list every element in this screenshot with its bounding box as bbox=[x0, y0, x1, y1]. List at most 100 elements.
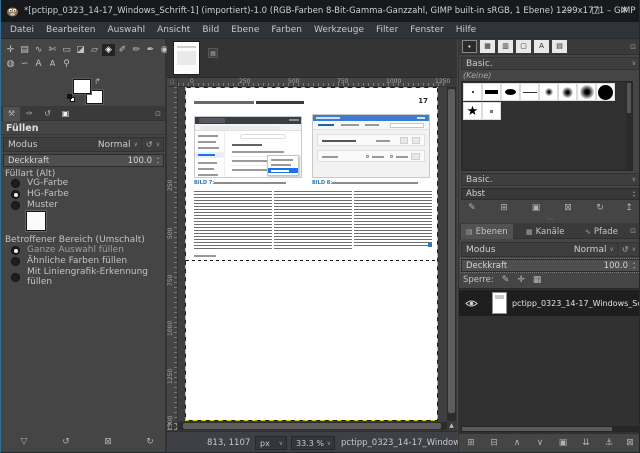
area-fill-whole-selection[interactable]: Ganze Auswahl füllen bbox=[11, 245, 124, 255]
quick-mask-toggle[interactable] bbox=[168, 423, 177, 430]
lock-position-icon[interactable]: ✛ bbox=[517, 275, 525, 285]
tab-undo-history[interactable]: ↺ bbox=[39, 107, 56, 121]
configure-tab-icon[interactable]: ⊡ bbox=[630, 227, 636, 235]
configure-tab-icon[interactable]: ⊡ bbox=[155, 110, 161, 118]
menu-ansicht[interactable]: Ansicht bbox=[151, 22, 196, 39]
duplicate-brush-button[interactable]: ▣ bbox=[529, 203, 543, 213]
layer-mode-reset-icon[interactable]: ↺ bbox=[622, 245, 629, 254]
brush-item[interactable]: ★ bbox=[463, 102, 482, 120]
scrollbar-handle[interactable] bbox=[462, 427, 612, 431]
tab-channels[interactable]: ▦ Kanäle bbox=[521, 224, 569, 239]
brush-item[interactable] bbox=[558, 83, 577, 101]
layer-mode-select[interactable]: Normal bbox=[574, 245, 607, 255]
text-tool[interactable]: A bbox=[32, 58, 45, 70]
merge-layer-button[interactable]: ⇊ bbox=[578, 438, 594, 448]
reset-tool-options-button[interactable]: ↻ bbox=[139, 435, 161, 449]
alignment-tool[interactable]: ▤ bbox=[18, 44, 31, 56]
tab-patterns[interactable]: ▦ bbox=[480, 40, 495, 53]
edit-brush-button[interactable]: ✎ bbox=[465, 203, 479, 213]
scrollbar-handle[interactable] bbox=[183, 423, 441, 429]
tab-device-status[interactable]: ✑ bbox=[21, 107, 38, 121]
image-viewport[interactable]: 17 bbox=[178, 87, 447, 421]
tab-layers[interactable]: ▤ Ebenen bbox=[461, 224, 513, 239]
radio-icon[interactable] bbox=[11, 201, 20, 210]
smudge-tool[interactable]: ∽ bbox=[18, 58, 31, 70]
duplicate-layer-button[interactable]: ▣ bbox=[555, 438, 571, 448]
brush-item[interactable] bbox=[577, 83, 596, 101]
fill-type-fg[interactable]: VG-Farbe bbox=[11, 178, 68, 188]
menu-werkzeuge[interactable]: Werkzeuge bbox=[308, 22, 370, 39]
brush-filter-combo[interactable]: Basic. ∨ bbox=[461, 57, 640, 70]
spin-down-icon[interactable]: ▾ bbox=[633, 194, 635, 198]
layer-thumbnail[interactable] bbox=[492, 292, 507, 314]
minimize-button[interactable]: — bbox=[552, 0, 581, 22]
radio-icon[interactable] bbox=[11, 273, 20, 282]
navigation-button[interactable]: ▲ bbox=[447, 422, 456, 430]
ink-tool[interactable]: ✒ bbox=[144, 44, 157, 56]
menu-fenster[interactable]: Fenster bbox=[404, 22, 449, 39]
new-brush-button[interactable]: ⊞ bbox=[497, 203, 511, 213]
titlebar[interactable]: *[pctipp_0323_14-17_Windows_Schrift-1] (… bbox=[1, 0, 639, 22]
free-select-tool[interactable]: ∿ bbox=[32, 44, 45, 56]
ruler-corner-button[interactable]: ▢ bbox=[167, 78, 178, 87]
dock-splitter-handle[interactable]: ⋯ bbox=[459, 217, 640, 221]
brush-list-scrollbar[interactable] bbox=[626, 82, 632, 170]
new-layer-button[interactable]: ⊞ bbox=[463, 438, 479, 448]
layer-opacity-spinner[interactable]: ▴▾ bbox=[630, 261, 638, 270]
image-tab-menu-icon[interactable]: ▦ bbox=[208, 48, 218, 58]
layer-row[interactable]: pctipp_0323_14-17_Windows_Schri bbox=[459, 290, 640, 316]
tab-images[interactable]: ▣ bbox=[57, 107, 74, 121]
horizontal-scrollbar[interactable] bbox=[178, 422, 447, 430]
brush-item[interactable] bbox=[463, 83, 482, 101]
fill-type-pattern[interactable]: Muster bbox=[11, 200, 58, 210]
scissors-select-tool[interactable]: ✄ bbox=[46, 44, 59, 56]
area-fill-similar-colors[interactable]: Ähnliche Farben füllen bbox=[11, 256, 127, 266]
brush-item[interactable] bbox=[501, 83, 520, 101]
layer-list[interactable]: pctipp_0323_14-17_Windows_Schri bbox=[459, 288, 640, 434]
vertical-scrollbar[interactable] bbox=[447, 87, 456, 421]
lower-layer-button[interactable]: ∨ bbox=[532, 438, 548, 448]
lock-pixels-icon[interactable]: ✎ bbox=[502, 275, 510, 285]
tab-palettes[interactable]: ▤ bbox=[552, 40, 567, 53]
brush-tag-combo[interactable]: Basic. ∨ bbox=[461, 173, 640, 186]
layer-opacity-slider[interactable]: Deckkraft 100.0 ▴▾ bbox=[461, 259, 640, 272]
anchor-layer-button[interactable]: ⚓ bbox=[601, 438, 617, 448]
menu-ebene[interactable]: Ebene bbox=[225, 22, 265, 39]
menu-datei[interactable]: Datei bbox=[4, 22, 40, 39]
layer-list-scrollbar[interactable] bbox=[461, 426, 639, 432]
brush-list[interactable]: ★ bbox=[461, 81, 633, 171]
refresh-brushes-button[interactable]: ↻ bbox=[593, 203, 607, 213]
swap-colors-icon[interactable]: ↱ bbox=[94, 77, 101, 86]
spacing-spinner[interactable]: ▴▾ bbox=[630, 190, 638, 198]
menu-hilfe[interactable]: Hilfe bbox=[450, 22, 482, 39]
perspective-tool[interactable]: ▱ bbox=[88, 44, 101, 56]
radio-icon[interactable] bbox=[11, 179, 20, 188]
foreground-color-swatch[interactable] bbox=[73, 79, 91, 94]
mode-reset-icon[interactable]: ↺ bbox=[146, 140, 153, 149]
opacity-slider[interactable]: Deckkraft 100.0 ▴▾ bbox=[3, 154, 164, 167]
default-colors-icon[interactable] bbox=[67, 94, 76, 102]
paintbrush-tool[interactable]: ✐ bbox=[116, 44, 129, 56]
pattern-preview-swatch[interactable] bbox=[26, 211, 46, 231]
tab-fonts[interactable]: A bbox=[534, 40, 549, 53]
brush-item[interactable] bbox=[596, 83, 615, 101]
brush-item[interactable] bbox=[482, 83, 501, 101]
tab-documents[interactable]: ▢ bbox=[516, 40, 531, 53]
lock-alpha-icon[interactable]: ▦ bbox=[533, 275, 542, 285]
radio-icon[interactable] bbox=[11, 190, 20, 199]
brush-spacing-slider[interactable]: Abst ▴▾ bbox=[461, 188, 640, 200]
rectangle-select-tool[interactable]: ▭ bbox=[60, 44, 73, 56]
delete-tool-preset-button[interactable]: ⊠ bbox=[97, 435, 119, 449]
spin-down-icon[interactable]: ▾ bbox=[633, 266, 635, 270]
scrollbar-handle[interactable] bbox=[448, 89, 455, 413]
menu-bild[interactable]: Bild bbox=[196, 22, 225, 39]
move-tool[interactable]: ✛ bbox=[4, 44, 17, 56]
zoom-select[interactable]: 33.3 % ∨ bbox=[291, 436, 335, 450]
configure-tab-icon[interactable]: ⊡ bbox=[630, 43, 636, 51]
image-tab[interactable] bbox=[173, 41, 200, 75]
menu-bearbeiten[interactable]: Bearbeiten bbox=[40, 22, 101, 39]
close-button[interactable]: ✕ bbox=[610, 0, 639, 22]
unit-select[interactable]: px ∨ bbox=[255, 436, 287, 450]
fill-type-bg[interactable]: HG-Farbe bbox=[11, 189, 69, 199]
brush-item[interactable] bbox=[520, 83, 539, 101]
